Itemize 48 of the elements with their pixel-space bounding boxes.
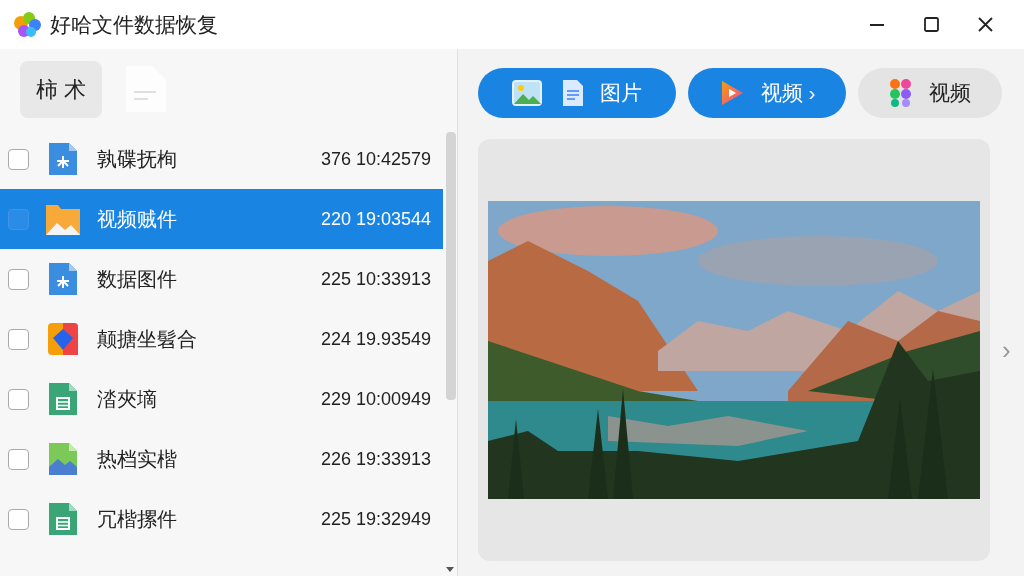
file-row[interactable]: 涾夾墑 229 10:00949 [0,369,443,429]
spreadsheet-icon [47,501,79,537]
file-name: 颠搪坐髫合 [97,327,197,352]
file-row[interactable]: 热档实楷 226 19:33913 [0,429,443,489]
document-icon [47,261,79,297]
file-info: 229 10:00949 [320,387,431,411]
shield-app-icon [47,321,79,357]
file-name: 热档实楷 [97,447,177,472]
file-name: 涾夾墑 [97,387,157,412]
document-icon [126,66,167,112]
colorful-grid-icon [889,78,913,108]
image-file-icon [47,441,79,477]
logo-icon [12,10,42,39]
maximize-icon [923,17,939,32]
document-icon [47,141,79,177]
file-name: 视频贼件 [97,207,177,232]
scroll-down-icon[interactable] [446,567,454,572]
window-title: 好哈文件数据恢复 [50,11,218,38]
file-row[interactable]: 冗楷摞件 225 19:32949 [0,489,443,549]
file-row[interactable]: 数据图件 225 10:33913 [0,249,443,309]
checkbox[interactable] [8,268,29,290]
file-name: 数据图件 [97,267,177,292]
landscape-icon [512,80,542,106]
category-tab[interactable]: 视频 › [688,68,846,118]
file-name: 孰碟抚栒 [97,147,177,172]
category-tab[interactable]: 图片 [478,68,676,118]
file-info: 224 19.93549 [320,327,431,351]
minimize-icon [870,23,884,26]
file-info: 376 10:42579 [320,147,431,171]
checkbox[interactable] [8,328,29,350]
checkbox[interactable] [8,388,29,410]
file-row[interactable]: 视频贼件 220 19:03544 [0,189,443,249]
file-info: 225 19:32949 [320,507,431,531]
spreadsheet-icon [47,381,79,417]
file-info: 220 19:03544 [320,207,431,231]
file-row[interactable]: 颠搪坐髫合 224 19.93549 [0,309,443,369]
checkbox[interactable] [8,448,29,470]
checkbox[interactable] [8,208,29,230]
document-icon [562,79,584,107]
category-tab[interactable]: 视频 [858,68,1002,118]
file-info: 225 10:33913 [320,267,431,291]
checkbox[interactable] [8,508,29,530]
file-name: 冗楷摞件 [97,507,177,532]
list-header: 柿 术 [20,60,103,118]
checkbox[interactable] [8,148,29,170]
file-row[interactable]: 孰碟抚栒 376 10:42579 [0,129,443,189]
file-info: 226 19:33913 [320,447,431,471]
close-icon [977,17,993,32]
